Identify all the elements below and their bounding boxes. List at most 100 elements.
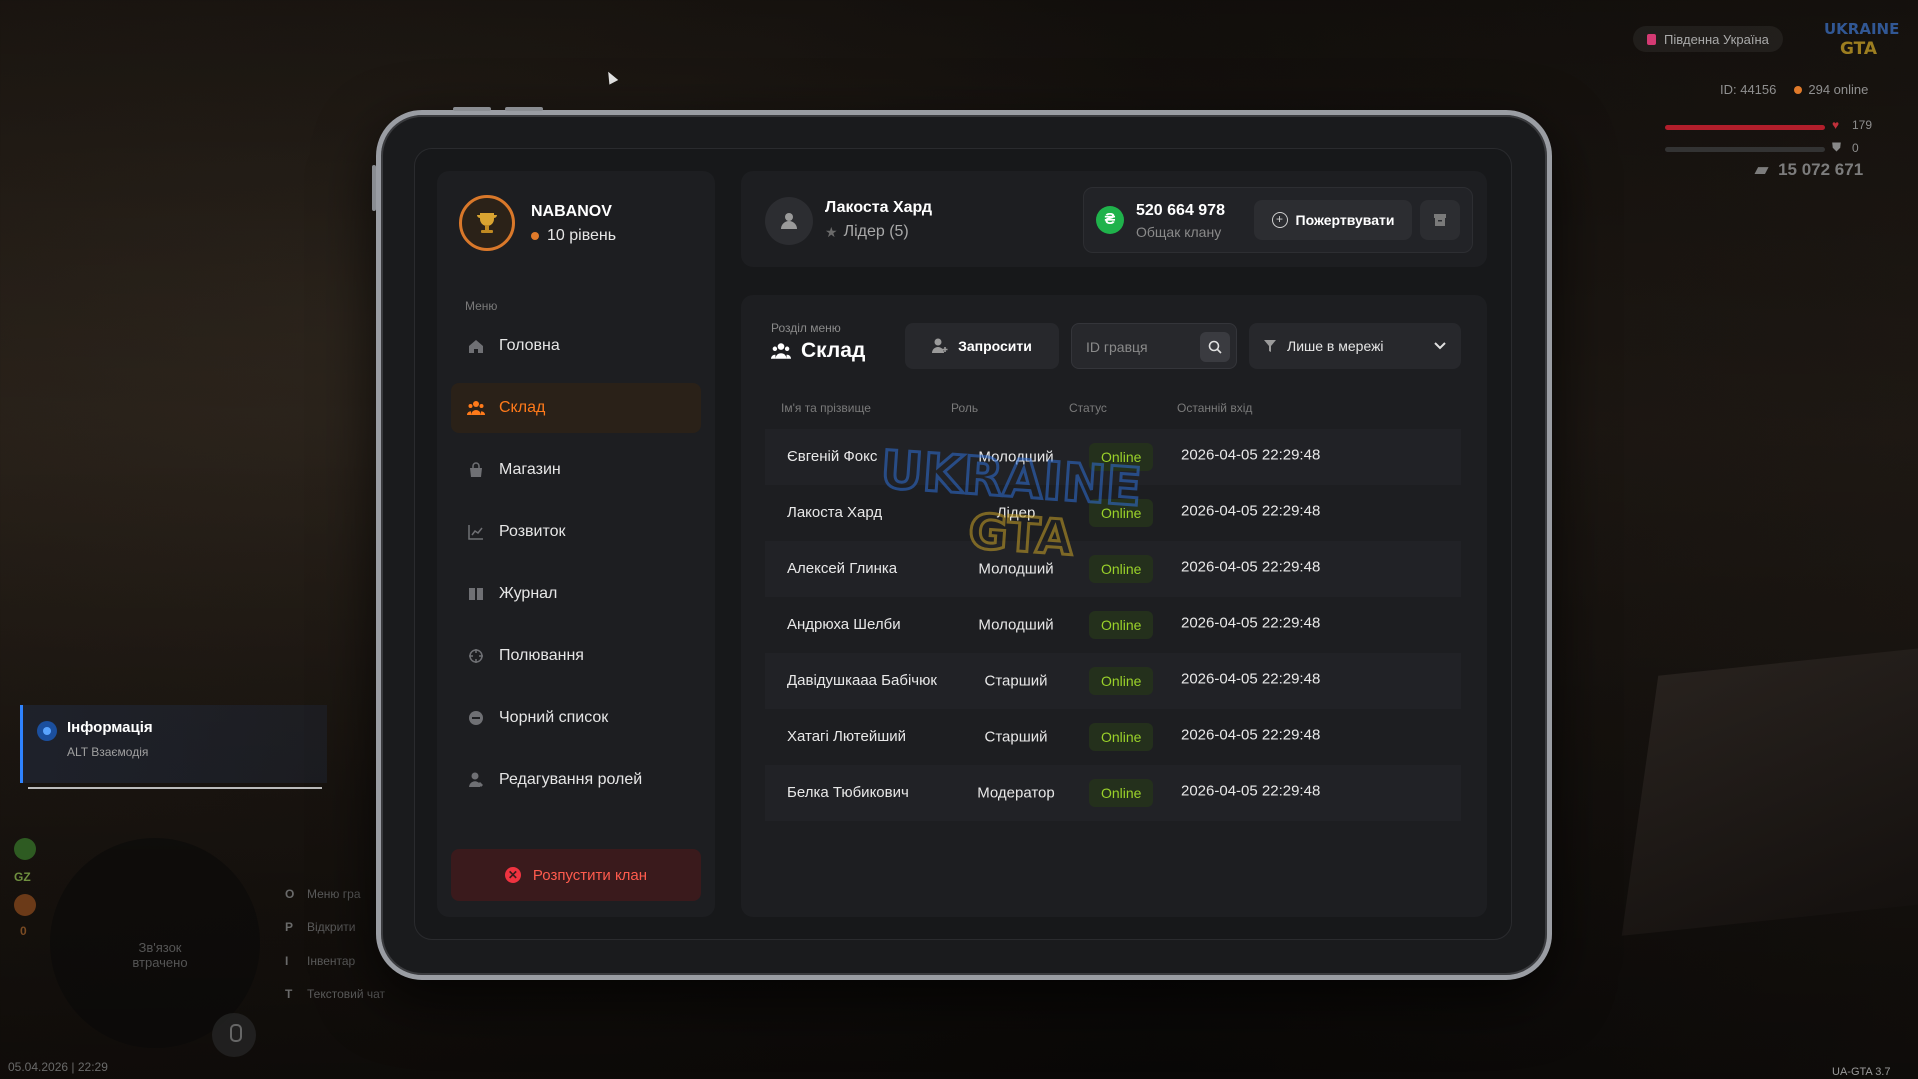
donate-label: Пожертвувати xyxy=(1295,212,1395,228)
sidebar-item-roles[interactable]: Редагування ролей xyxy=(451,755,701,805)
tablet-button-top-1 xyxy=(453,107,491,111)
filter-icon xyxy=(1264,340,1276,352)
sidebar: NABANOV 10 рівень Меню Головна Склад Маг… xyxy=(437,171,715,917)
sidebar-item-shop[interactable]: Магазин xyxy=(451,445,701,495)
member-last-login: 2026-04-05 22:29:48 xyxy=(1181,726,1321,744)
date-time: 05.04.2026 | 22:29 xyxy=(8,1060,108,1074)
sidebar-item-hunting[interactable]: Полювання xyxy=(451,631,701,681)
disband-clan-label: Розпустити клан xyxy=(532,866,648,884)
filter-label: Лише в мережі xyxy=(1287,338,1384,354)
member-role: Молодший xyxy=(978,448,1054,466)
hint-chat: T Текстовий чат xyxy=(285,987,386,1001)
member-name: Євгеній Фокс xyxy=(787,448,878,465)
disband-clan-button[interactable]: ✕ Розпустити клан xyxy=(451,849,701,901)
bank-history-button[interactable] xyxy=(1420,200,1460,240)
armor-value: 0 xyxy=(1852,141,1859,155)
chevron-down-icon xyxy=(1434,342,1446,350)
member-role: Старший xyxy=(984,672,1048,690)
block-icon xyxy=(467,709,485,727)
donate-button[interactable]: + Пожертвувати xyxy=(1254,200,1412,240)
microphone-icon[interactable] xyxy=(212,1013,256,1057)
home-icon xyxy=(467,337,485,355)
sidebar-item-blacklist[interactable]: Чорний список xyxy=(451,693,701,743)
section-label: Розділ меню xyxy=(771,321,841,335)
table-row[interactable]: Євгеній Фокс Молодший Online 2026-04-05 … xyxy=(765,429,1461,485)
player-id-input[interactable] xyxy=(1084,324,1198,370)
hint-open: P Відкрити xyxy=(285,920,356,934)
search-button[interactable] xyxy=(1200,332,1230,362)
section-title-text: Склад xyxy=(801,339,866,362)
info-notification: Інформація ALT Взаємодія xyxy=(20,705,327,789)
member-name: Алексей Глинка xyxy=(787,560,898,577)
member-last-login: 2026-04-05 22:29:48 xyxy=(1181,614,1321,632)
connection-lost-text: Зв'язок втрачено xyxy=(132,940,188,970)
crosshair-icon xyxy=(467,647,485,665)
table-row[interactable]: Алексей Глинка Молодший Online 2026-04-0… xyxy=(765,541,1461,597)
table-row[interactable]: Давідушкааа Бабічюк Старший Online 2026-… xyxy=(765,653,1461,709)
sidebar-item-label: Полювання xyxy=(499,647,584,664)
close-circle-icon: ✕ xyxy=(504,867,521,883)
invite-button[interactable]: Запросити xyxy=(905,323,1059,369)
wanted-icon xyxy=(14,894,36,916)
users-icon xyxy=(467,399,485,417)
member-role: Молодший xyxy=(978,616,1054,634)
online-filter-dropdown[interactable]: Лише в мережі xyxy=(1249,323,1461,369)
invite-label: Запросити xyxy=(958,338,1032,354)
clan-avatar xyxy=(459,195,515,251)
member-last-login: 2026-04-05 22:29:48 xyxy=(1181,558,1321,576)
tablet-device: NABANOV 10 рівень Меню Головна Склад Маг… xyxy=(372,107,1552,980)
user-plus-icon xyxy=(932,338,948,353)
status-badge: Online xyxy=(1089,611,1154,639)
info-divider xyxy=(28,787,322,789)
money-display: ▰ 15 072 671 xyxy=(1755,160,1863,180)
shop-icon xyxy=(467,461,485,479)
menu-label: Меню xyxy=(465,299,498,313)
money-value: 15 072 671 xyxy=(1778,160,1864,179)
armor-icon: ⛊ xyxy=(1832,140,1842,154)
table-row[interactable]: Хатагі Лютейший Старший Online 2026-04-0… xyxy=(765,709,1461,765)
sidebar-item-label: Головна xyxy=(499,337,560,354)
player-id: ID: 44156 xyxy=(1720,82,1777,97)
sidebar-item-label: Чорний список xyxy=(499,709,609,726)
server-name: Південна Україна xyxy=(1664,31,1769,47)
clan-bank: ₴ 520 664 978 Общак клану + Пожертвувати xyxy=(1083,187,1473,253)
plus-circle-icon: + xyxy=(1271,212,1288,228)
health-bar xyxy=(1665,125,1825,130)
leader-role: ★ Лідер (5) xyxy=(825,223,909,241)
table-row[interactable]: Белка Тюбикович Модератор Online 2026-04… xyxy=(765,765,1461,821)
money-icon: ▰ xyxy=(1755,160,1769,179)
member-name: Белка Тюбикович xyxy=(787,784,909,801)
status-badge: Online xyxy=(1089,555,1154,583)
status-badge: Online xyxy=(1089,723,1154,751)
gang-zone-icon xyxy=(14,838,36,860)
table-row[interactable]: Андрюха Шелби Молодший Online 2026-04-05… xyxy=(765,597,1461,653)
sidebar-item-development[interactable]: Розвиток xyxy=(451,507,701,557)
armor-bar xyxy=(1665,147,1825,152)
col-last-login: Останній вхід xyxy=(1177,401,1253,415)
background-furniture xyxy=(1621,644,1918,936)
member-role: Лідер xyxy=(996,504,1036,522)
member-role: Старший xyxy=(984,728,1048,746)
table-row[interactable]: Лакоста Хард Лідер Online 2026-04-05 22:… xyxy=(765,485,1461,541)
info-icon xyxy=(37,721,57,741)
bank-amount: 520 664 978 xyxy=(1136,202,1225,219)
leader-role-text: Лідер (5) xyxy=(843,223,909,240)
sidebar-item-home[interactable]: Головна xyxy=(451,321,701,371)
status-badge: Online xyxy=(1089,779,1154,807)
col-status: Статус xyxy=(1069,401,1107,415)
hint-menu: O Меню гра xyxy=(285,887,361,901)
hryvnia-icon: ₴ xyxy=(1096,206,1124,234)
sidebar-item-label: Журнал xyxy=(499,585,558,602)
member-name: Хатагі Лютейший xyxy=(787,728,907,745)
info-title: Інформація xyxy=(67,719,153,736)
members-table: Євгеній Фокс Молодший Online 2026-04-05 … xyxy=(765,429,1461,821)
sidebar-item-warehouse[interactable]: Склад xyxy=(451,383,701,433)
users-icon xyxy=(771,343,791,359)
svg-text:UKRAINE: UKRAINE xyxy=(1824,20,1899,38)
player-id-online: ID: 44156 294 online xyxy=(1720,82,1868,97)
online-count: 294 online xyxy=(1794,82,1868,97)
wanted-count: 0 xyxy=(20,924,27,938)
status-badge: Online xyxy=(1089,443,1154,471)
sidebar-item-journal[interactable]: Журнал xyxy=(451,569,701,619)
sidebar-item-label: Магазин xyxy=(499,461,561,478)
